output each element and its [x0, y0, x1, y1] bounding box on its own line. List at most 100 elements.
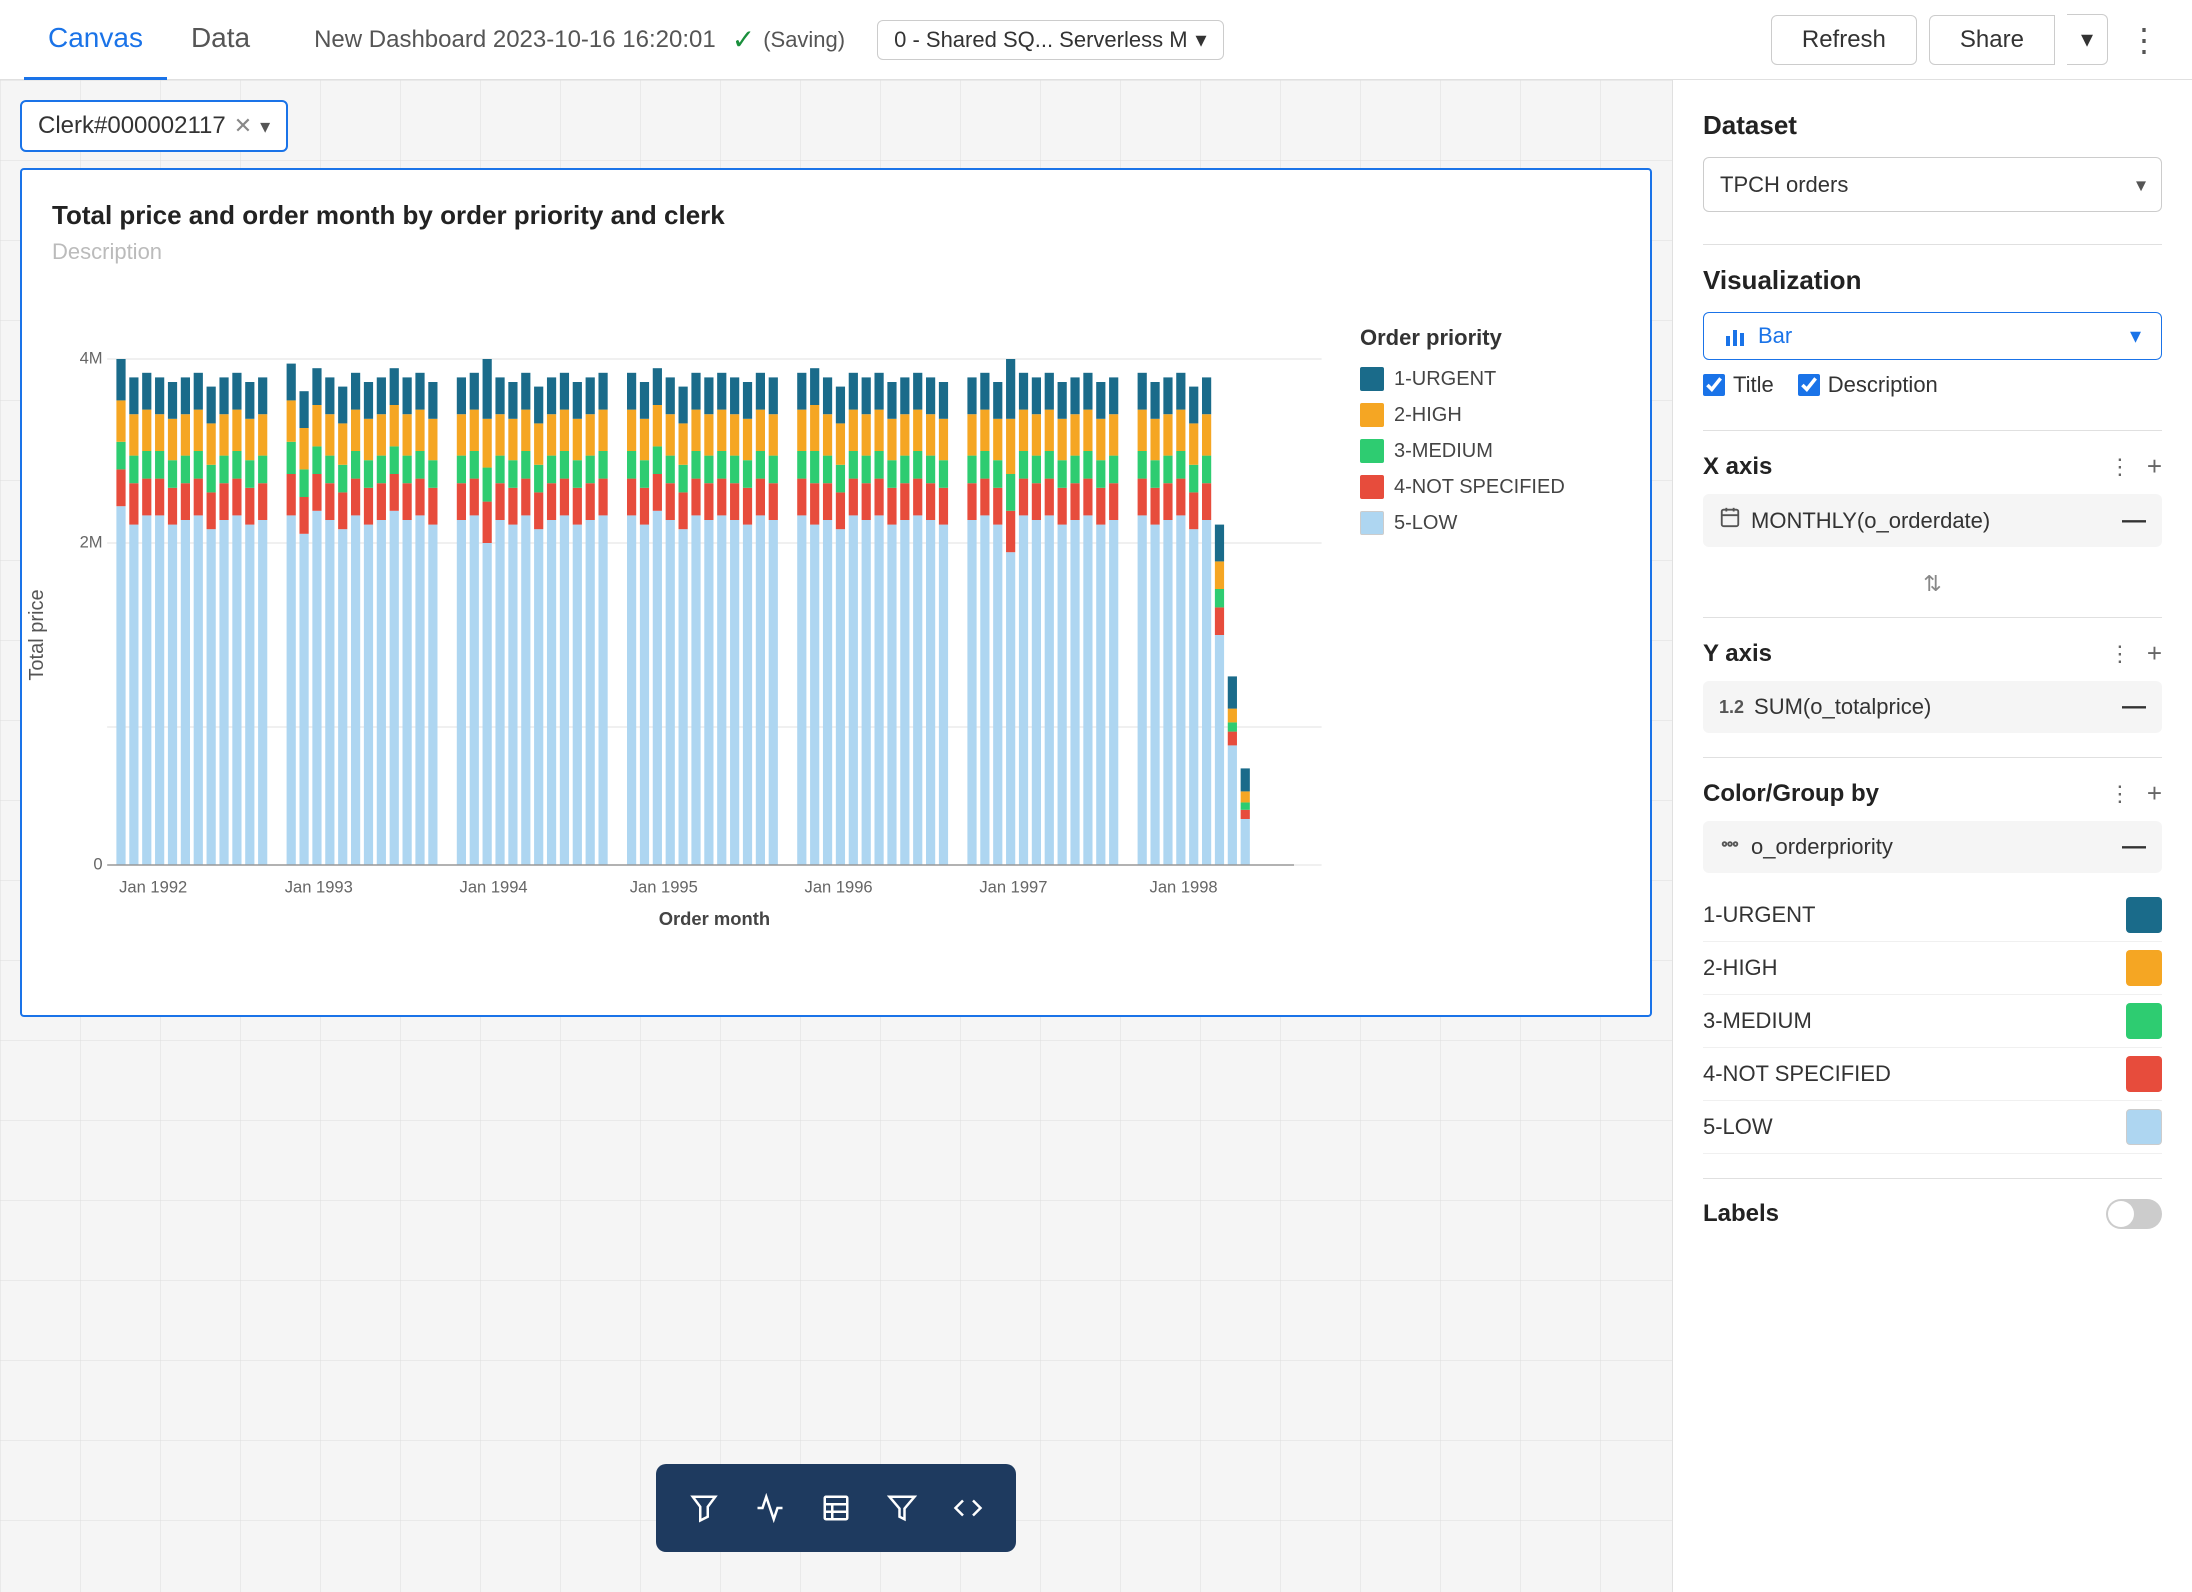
dataset-section: Dataset TPCH orders ▾: [1703, 110, 2162, 212]
share-dropdown-button[interactable]: ▾: [2067, 14, 2108, 65]
chart-card: Total price and order month by order pri…: [20, 168, 1652, 1017]
y-axis-label: Y axis: [1703, 640, 1772, 668]
svg-text:Jan 1997: Jan 1997: [979, 878, 1047, 897]
color-swatch-2high[interactable]: [2126, 950, 2162, 986]
color-more-button[interactable]: ⋮: [2109, 781, 2131, 807]
connection-pill[interactable]: 0 - Shared SQ... Serverless M ▾: [877, 20, 1223, 60]
viz-check-row: Title Description: [1703, 372, 2162, 398]
color-swatch-4notspec[interactable]: [2126, 1056, 2162, 1092]
viz-type-selector[interactable]: Bar ▾: [1703, 312, 2162, 360]
chart-tool-button[interactable]: [738, 1476, 802, 1540]
x-axis-chip: MONTHLY(o_orderdate) —: [1703, 494, 2162, 547]
y-axis-chip-left: 1.2 SUM(o_totalprice): [1719, 694, 1931, 720]
divider-5: [1703, 1178, 2162, 1179]
filter-clear-button[interactable]: ✕: [234, 113, 252, 139]
more-options-button[interactable]: ⋮: [2120, 13, 2168, 67]
saving-text: (Saving): [763, 27, 845, 53]
connection-caret-icon: ▾: [1196, 27, 1207, 53]
svg-text:2M: 2M: [80, 533, 103, 552]
legend-swatch-3medium: [1360, 439, 1384, 463]
tab-canvas[interactable]: Canvas: [24, 0, 167, 80]
y-axis-chip: 1.2 SUM(o_totalprice) —: [1703, 681, 2162, 733]
legend-item-1: 1-URGENT: [1360, 367, 1600, 391]
color-section: Color/Group by ⋮ + o_orderpriority —: [1703, 778, 2162, 1154]
chart-plot: Total price 4M 2M 0 Jan: [52, 285, 1340, 985]
svg-text:Jan 1998: Jan 1998: [1150, 878, 1218, 897]
y-axis-field: SUM(o_totalprice): [1754, 694, 1931, 720]
main-area: Clerk#000002117 ✕ ▾ Total price and orde…: [0, 80, 2192, 1592]
legend-swatch-4notspec: [1360, 475, 1384, 499]
tab-data[interactable]: Data: [167, 0, 274, 80]
canvas-area: Clerk#000002117 ✕ ▾ Total price and orde…: [0, 80, 1672, 1592]
svg-text:Jan 1993: Jan 1993: [285, 878, 353, 897]
x-axis-label: X axis: [1703, 453, 1772, 481]
labels-toggle[interactable]: [2106, 1199, 2162, 1229]
color-swatch-1urgent[interactable]: [2126, 897, 2162, 933]
code-tool-button[interactable]: [936, 1476, 1000, 1540]
calendar-icon: [1719, 506, 1741, 535]
x-axis-remove-button[interactable]: —: [2122, 507, 2146, 535]
legend-label-5low: 5-LOW: [1394, 512, 1457, 535]
svg-text:Jan 1995: Jan 1995: [630, 878, 698, 897]
legend-item-4: 4-NOT SPECIFIED: [1360, 475, 1600, 499]
chart-description: Description: [52, 239, 1620, 265]
svg-text:0: 0: [93, 855, 102, 874]
y-axis-add-button[interactable]: +: [2147, 638, 2162, 669]
color-header: Color/Group by ⋮ +: [1703, 778, 2162, 809]
description-checkbox[interactable]: [1798, 374, 1820, 396]
chart-svg: 4M 2M 0 Jan 1992 Jan 1993 Jan 1994 Jan 1…: [52, 285, 1340, 985]
title-check-item: Title: [1703, 372, 1774, 398]
y-axis-more-button[interactable]: ⋮: [2109, 641, 2131, 667]
color-field-icon: [1719, 833, 1741, 861]
x-axis-more-button[interactable]: ⋮: [2109, 454, 2131, 480]
dataset-select[interactable]: TPCH orders: [1703, 157, 2162, 212]
visualization-section-title: Visualization: [1703, 265, 2162, 296]
numeric-icon: 1.2: [1719, 697, 1744, 718]
color-add-button[interactable]: +: [2147, 778, 2162, 809]
top-bar: Canvas Data New Dashboard 2023-10-16 16:…: [0, 0, 2192, 80]
color-item-2high-label: 2-HIGH: [1703, 955, 1778, 981]
x-axis-actions: ⋮ +: [2109, 451, 2162, 482]
viz-type-label: Bar: [1758, 323, 1792, 349]
filter-caret-icon[interactable]: ▾: [260, 114, 270, 139]
color-item-1urgent-label: 1-URGENT: [1703, 902, 1815, 928]
bar-chart-icon: [1724, 324, 1748, 348]
color-item-4notspec: 4-NOT SPECIFIED: [1703, 1048, 2162, 1101]
x-axis-add-button[interactable]: +: [2147, 451, 2162, 482]
color-field: o_orderpriority: [1751, 834, 1893, 860]
labels-toggle-knob: [2108, 1201, 2134, 1227]
color-actions: ⋮ +: [2109, 778, 2162, 809]
filter-value: Clerk#000002117: [38, 112, 226, 140]
legend-label-2high: 2-HIGH: [1394, 404, 1462, 427]
color-item-5low-label: 5-LOW: [1703, 1114, 1773, 1140]
y-axis-remove-button[interactable]: —: [2122, 693, 2146, 721]
saving-check-icon: ✓: [732, 23, 755, 56]
viz-type-caret-icon: ▾: [2130, 323, 2141, 349]
dashboard-title: New Dashboard 2023-10-16 16:20:01: [314, 26, 716, 54]
svg-text:Jan 1994: Jan 1994: [460, 878, 528, 897]
y-axis-section: Y axis ⋮ + 1.2 SUM(o_totalprice) —: [1703, 638, 2162, 733]
title-checkbox[interactable]: [1703, 374, 1725, 396]
legend-item-3: 3-MEDIUM: [1360, 439, 1600, 463]
legend-label-1urgent: 1-URGENT: [1394, 368, 1496, 391]
svg-text:Jan 1996: Jan 1996: [805, 878, 873, 897]
dashboard-title-area: New Dashboard 2023-10-16 16:20:01 ✓ (Sav…: [314, 20, 1771, 60]
color-swatch-3medium[interactable]: [2126, 1003, 2162, 1039]
divider-4: [1703, 757, 2162, 758]
swap-axes-area: ⇅: [1703, 571, 2162, 597]
divider-1: [1703, 244, 2162, 245]
funnel-tool-button[interactable]: [870, 1476, 934, 1540]
x-axis-section: X axis ⋮ + MONTHLY(o_orderdate) —: [1703, 451, 2162, 547]
refresh-button[interactable]: Refresh: [1771, 15, 1917, 65]
filter-tag[interactable]: Clerk#000002117 ✕ ▾: [20, 100, 288, 152]
color-remove-button[interactable]: —: [2122, 833, 2146, 861]
swap-axes-button[interactable]: ⇅: [1923, 571, 1941, 597]
color-swatch-5low[interactable]: [2126, 1109, 2162, 1145]
share-button[interactable]: Share: [1929, 15, 2055, 65]
table-tool-button[interactable]: [804, 1476, 868, 1540]
x-axis-field: MONTHLY(o_orderdate): [1751, 508, 1990, 534]
filter-tool-button[interactable]: [672, 1476, 736, 1540]
description-check-item: Description: [1798, 372, 1938, 398]
svg-text:Jan 1992: Jan 1992: [119, 878, 187, 897]
labels-section: Labels: [1703, 1199, 2162, 1229]
